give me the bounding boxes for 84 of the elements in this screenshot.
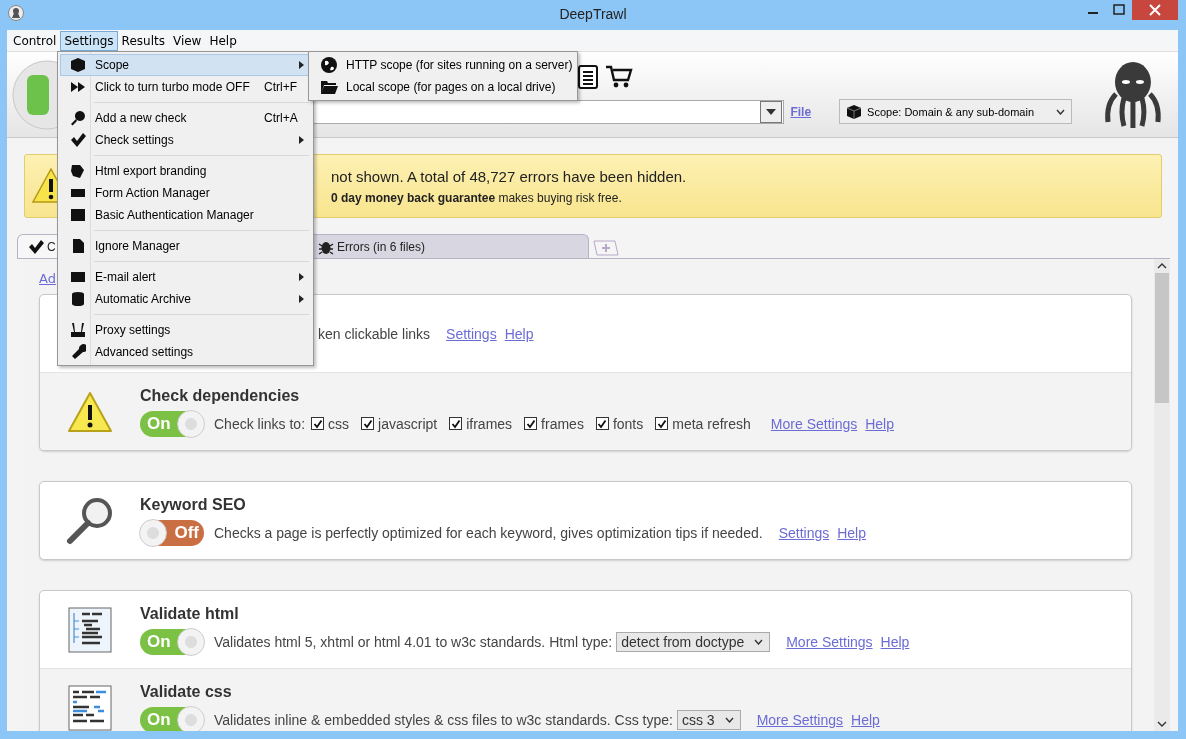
scroll-thumb[interactable] — [1155, 273, 1169, 403]
banner-guarantee: 0 day money back guarantee makes buying risk free. — [331, 190, 623, 205]
menu-item[interactable]: Click to turn turbo mode OFF Ctrl+F — [60, 76, 311, 98]
app-icon — [8, 5, 24, 21]
check-description: Validates html 5, xhtml or html 4.01 to w3c standards. — [214, 633, 546, 650]
checkbox-label: css — [328, 415, 350, 432]
check-link[interactable]: More Settings — [756, 711, 844, 728]
checkmark-icon — [28, 239, 44, 254]
check-link[interactable]: Settings — [778, 524, 830, 541]
cart-icon[interactable] — [605, 65, 634, 89]
check-description: Check links to: — [214, 415, 306, 432]
window-title: DeepTrawl — [559, 6, 627, 22]
menu-item[interactable]: E-mail alert — [60, 266, 311, 288]
document-icon[interactable] — [577, 65, 600, 89]
globe-icon — [320, 56, 338, 74]
checkmark-icon — [70, 132, 86, 148]
check-title: Keyword SEO — [140, 495, 247, 514]
check-title: Validate html — [140, 604, 240, 623]
check-link[interactable]: More Settings — [786, 633, 873, 650]
checkbox-label: iframes — [466, 415, 513, 432]
checkbox[interactable] — [655, 417, 669, 430]
database-icon — [70, 291, 86, 307]
checkbox[interactable] — [311, 417, 325, 430]
check-link[interactable]: Help — [837, 524, 866, 541]
type-select[interactable]: detect from doctype — [616, 631, 771, 652]
menu-item[interactable]: Automatic Archive — [60, 288, 311, 310]
menu-bar-item[interactable]: Settings — [60, 30, 118, 51]
banner-message: not shown. A total of 48,727 errors have been hidden. — [331, 167, 687, 185]
chevron-icon — [754, 638, 764, 645]
check-link[interactable]: Help — [504, 325, 534, 342]
menu-bar-item[interactable]: Help — [205, 30, 241, 51]
magnifier-icon — [70, 110, 86, 126]
menu-item[interactable]: Advanced settings — [60, 341, 311, 363]
menu-item[interactable]: Scope — [60, 54, 311, 76]
check-title: Check dependencies — [140, 386, 301, 405]
checkbox[interactable] — [361, 417, 375, 430]
menu-item[interactable]: Check settings — [60, 129, 311, 151]
checkbox-label: frames — [541, 415, 584, 432]
check-description: Checks a page is perfectly optimized for each keyword, gives optimization tips if needed. — [214, 524, 763, 541]
warning-icon — [67, 390, 113, 433]
cube-icon — [846, 103, 863, 120]
type-select[interactable]: css 3 — [676, 709, 741, 730]
folder-icon — [320, 79, 338, 95]
select-label: Html type: — [549, 633, 613, 650]
scope-select[interactable]: Scope: Domain & any sub-domain — [839, 99, 1073, 124]
checkbox[interactable] — [524, 417, 538, 430]
check-link[interactable]: Help — [865, 415, 894, 432]
menu-item[interactable]: Form Action Manager — [60, 182, 311, 204]
menu-item[interactable]: Proxy settings — [60, 319, 311, 341]
menu-item[interactable]: Html export branding — [60, 160, 311, 182]
toggle-switch[interactable]: Off — [140, 519, 204, 546]
checkbox[interactable] — [595, 417, 609, 430]
menu-bar-item[interactable]: View — [168, 30, 206, 51]
fast-forward-icon — [70, 79, 86, 95]
router-icon — [70, 322, 86, 338]
checkbox[interactable] — [449, 417, 463, 430]
html-document-icon — [68, 606, 112, 653]
check-link[interactable]: Settings — [446, 325, 497, 342]
checkbox-label: javascript — [378, 415, 438, 432]
check-link[interactable]: Help — [880, 633, 910, 650]
chevron-icon — [1056, 108, 1066, 115]
menu-item[interactable]: Local scope (for pages on a local drive) — [311, 76, 575, 98]
octopus-logo — [1102, 59, 1164, 130]
menu-bar-item[interactable]: Control — [9, 30, 61, 51]
select-label: Css type: — [614, 711, 673, 728]
add-check-link[interactable]: Ad — [39, 271, 56, 286]
magnifier-icon — [65, 495, 115, 546]
check-title: Validate css — [140, 682, 233, 701]
chevron-icon — [724, 716, 734, 723]
check-link[interactable]: Help — [851, 711, 880, 728]
checkbox-label: meta refresh — [672, 415, 751, 432]
scrollbar[interactable] — [1154, 259, 1170, 731]
menu-bar-item[interactable]: Results — [117, 30, 169, 51]
check-description: ken clickable links — [318, 325, 431, 342]
check-link[interactable]: More Settings — [770, 415, 858, 432]
file-link[interactable]: File — [790, 104, 812, 119]
document-x-icon — [70, 238, 86, 254]
checkbox-label: fonts — [612, 415, 644, 432]
close-icon[interactable] — [1132, 0, 1178, 20]
menu-item[interactable]: Add a new check Ctrl+A — [60, 107, 311, 129]
cube-icon — [70, 57, 86, 73]
menu-item[interactable]: HTTP scope (for sites running on a server) — [311, 54, 575, 76]
check-description: Validates inline & embedded styles & css files to w3c standards. — [214, 711, 611, 728]
menu-item[interactable]: Basic Authentication Manager — [60, 204, 311, 226]
